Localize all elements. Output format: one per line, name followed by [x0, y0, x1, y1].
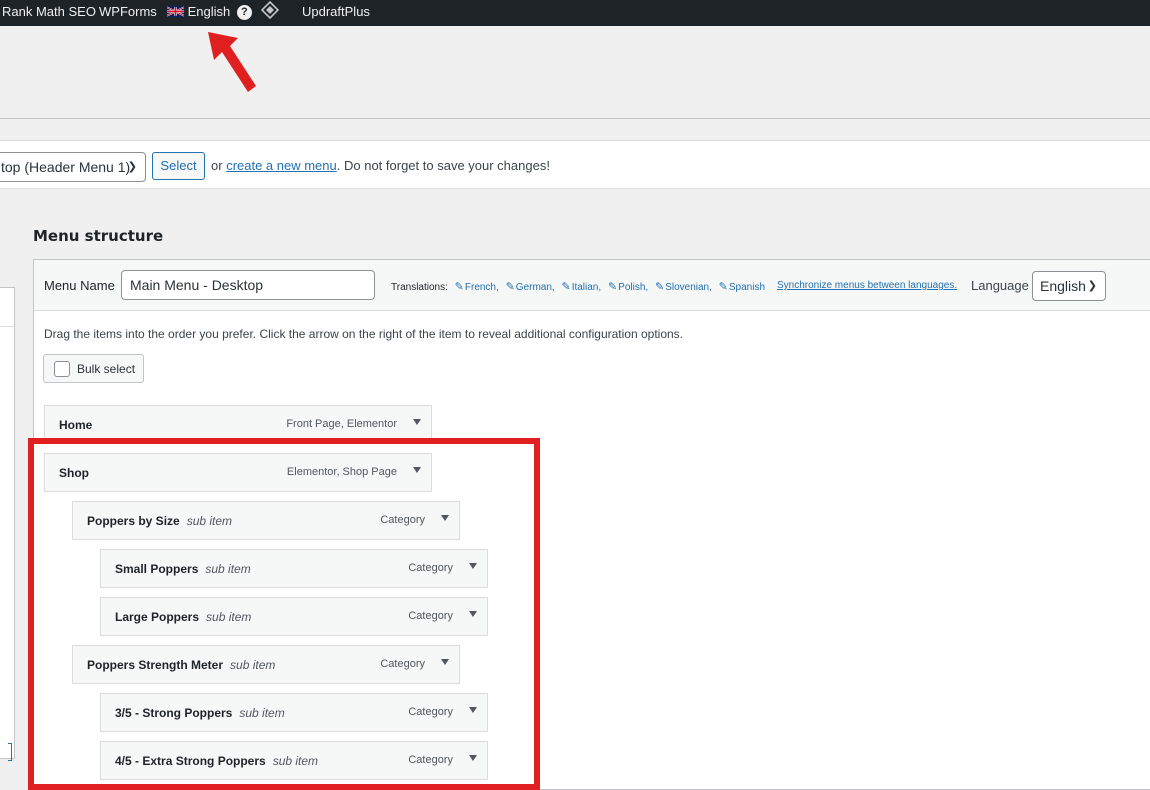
menu-item-extra-strong-poppers[interactable]: 4/5 - Extra Strong Poppers sub item Categ…	[100, 741, 488, 780]
translations-label: Translations:	[391, 282, 448, 293]
menu-item-small-poppers[interactable]: Small Poppers sub item Category	[100, 549, 488, 588]
adminbar-item-wpforms[interactable]: WPForms	[99, 0, 157, 26]
menu-item-home[interactable]: Home Front Page, Elementor	[44, 405, 432, 444]
bulk-select-button[interactable]: Bulk select	[43, 354, 144, 383]
adminbar-item-updraftplus[interactable]: UpdraftPlus	[302, 0, 370, 26]
translation-link-slovenian[interactable]: ✎Slovenian,	[654, 281, 712, 293]
synchronize-menus-link[interactable]: Synchronize menus between languages.	[777, 280, 957, 291]
bulk-select-checkbox[interactable]	[54, 361, 70, 377]
expand-arrow-icon[interactable]	[441, 659, 449, 665]
chevron-down-icon: ❯	[1087, 280, 1097, 292]
menu-editor-header: Menu Name Main Menu - Desktop Translatio…	[34, 260, 1150, 311]
pencil-icon: ✎	[561, 281, 571, 293]
menu-item-poppers-strength-meter[interactable]: Poppers Strength Meter sub item Category	[72, 645, 460, 684]
menu-item-strong-poppers[interactable]: 3/5 - Strong Poppers sub item Category	[100, 693, 488, 732]
pencil-icon: ✎	[654, 281, 665, 293]
manage-menus-bar: top (Header Menu 1) ❯ Select or create a…	[0, 140, 1150, 189]
translations-list: Translations: ✎French, ✎German, ✎Italian…	[391, 280, 765, 293]
pencil-icon: ✎	[454, 281, 464, 293]
divider	[0, 326, 14, 327]
menu-item-poppers-by-size[interactable]: Poppers by Size sub item Category	[72, 501, 460, 540]
expand-arrow-icon[interactable]	[469, 611, 477, 617]
menu-item-shop[interactable]: Shop Elementor, Shop Page	[44, 453, 432, 492]
expand-arrow-icon[interactable]	[413, 419, 421, 425]
menu-name-label: Menu Name	[44, 278, 115, 293]
menu-name-input[interactable]: Main Menu - Desktop	[121, 270, 375, 300]
language-label: Language	[971, 278, 1029, 293]
pencil-icon: ✎	[607, 281, 618, 293]
expand-arrow-icon[interactable]	[441, 515, 449, 521]
uk-flag-icon	[167, 6, 184, 17]
create-new-menu-link[interactable]: create a new menu	[226, 158, 337, 173]
translation-link-spanish[interactable]: ✎Spanish	[718, 281, 765, 293]
translation-link-italian[interactable]: ✎Italian,	[561, 281, 601, 293]
adminbar-language-label: English	[187, 4, 231, 19]
menu-editor: Menu Name Main Menu - Desktop Translatio…	[33, 259, 1150, 790]
page-title: Menu structure	[33, 227, 164, 245]
expand-arrow-icon[interactable]	[469, 707, 477, 713]
diamond-logo-icon[interactable]	[260, 0, 280, 27]
expand-arrow-icon[interactable]	[469, 563, 477, 569]
translation-link-french[interactable]: ✎French,	[454, 281, 499, 293]
expand-arrow-icon[interactable]	[413, 467, 421, 473]
menu-item-large-poppers[interactable]: Large Poppers sub item Category	[100, 597, 488, 636]
adminbar-language-switcher[interactable]: English ?	[167, 0, 252, 26]
manage-menus-text: or create a new menu. Do not forget to s…	[211, 158, 550, 173]
translation-link-polish[interactable]: ✎Polish,	[607, 281, 648, 293]
pencil-icon: ✎	[505, 281, 515, 293]
select-menu-button[interactable]: Select	[152, 152, 205, 180]
divider	[0, 118, 1150, 119]
adminbar-item-rank-math[interactable]: Rank Math SEO	[2, 0, 96, 26]
drag-instructions: Drag the items into the order you prefer…	[44, 327, 684, 341]
pencil-icon: ✎	[718, 281, 728, 293]
add-to-menu-button-edge[interactable]	[8, 743, 12, 761]
admin-bar: Rank Math SEO WPForms English ? UpdraftP…	[0, 0, 1150, 26]
translation-link-german[interactable]: ✎German,	[505, 281, 555, 293]
menu-to-edit-select[interactable]: top (Header Menu 1) ❯	[0, 152, 146, 182]
menu-items-sidebar	[0, 287, 15, 761]
expand-arrow-icon[interactable]	[469, 755, 477, 761]
language-select[interactable]: English ❯	[1032, 271, 1106, 301]
annotation-arrow	[208, 32, 256, 92]
chevron-down-icon: ❯	[127, 161, 137, 173]
help-icon[interactable]: ?	[236, 5, 252, 20]
